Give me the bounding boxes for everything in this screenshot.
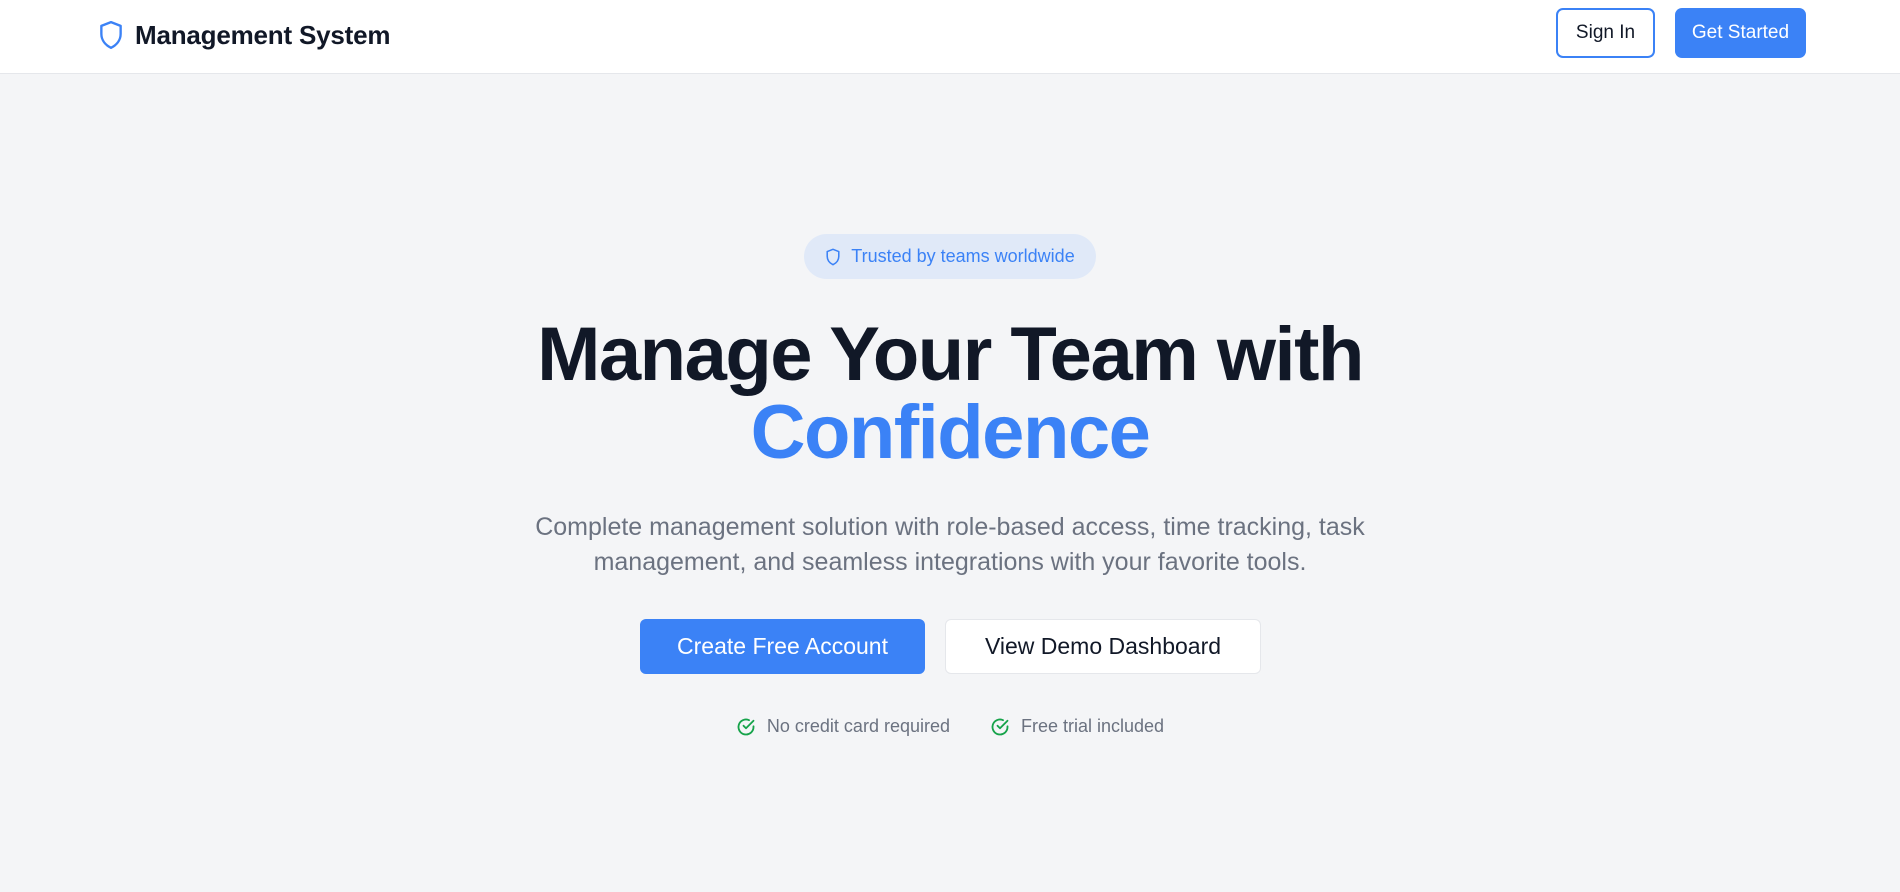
headline-accent: Confidence bbox=[750, 390, 1151, 475]
brand-title: Management System bbox=[135, 19, 391, 50]
trust-badge: Trusted by teams worldwide bbox=[804, 234, 1096, 279]
perks-list: No credit card required Free trial inclu… bbox=[0, 716, 1900, 737]
shield-icon bbox=[825, 248, 841, 266]
hero-headline: Manage Your Team with Confidence bbox=[0, 316, 1900, 472]
perk-label: Free trial included bbox=[1021, 716, 1165, 736]
check-circle-icon bbox=[736, 717, 756, 737]
perk-label: No credit card required bbox=[766, 716, 950, 736]
perk-item: Free trial included bbox=[990, 716, 1164, 737]
top-navbar: Management System Sign In Get Started bbox=[0, 0, 1900, 74]
trust-badge-text: Trusted by teams worldwide bbox=[851, 246, 1075, 266]
create-free-account-button[interactable]: Create Free Account bbox=[640, 619, 925, 674]
view-demo-dashboard-button[interactable]: View Demo Dashboard bbox=[945, 619, 1261, 674]
shield-icon bbox=[97, 20, 125, 50]
brand[interactable]: Management System bbox=[97, 17, 390, 53]
sign-in-button[interactable]: Sign In bbox=[1556, 8, 1655, 58]
hero-subtitle: Complete management solution with role-b… bbox=[535, 513, 1365, 576]
headline-line: Manage Your Team with bbox=[537, 312, 1364, 397]
check-circle-icon bbox=[990, 717, 1010, 737]
perk-item: No credit card required bbox=[736, 716, 950, 737]
get-started-button[interactable]: Get Started bbox=[1675, 8, 1806, 58]
